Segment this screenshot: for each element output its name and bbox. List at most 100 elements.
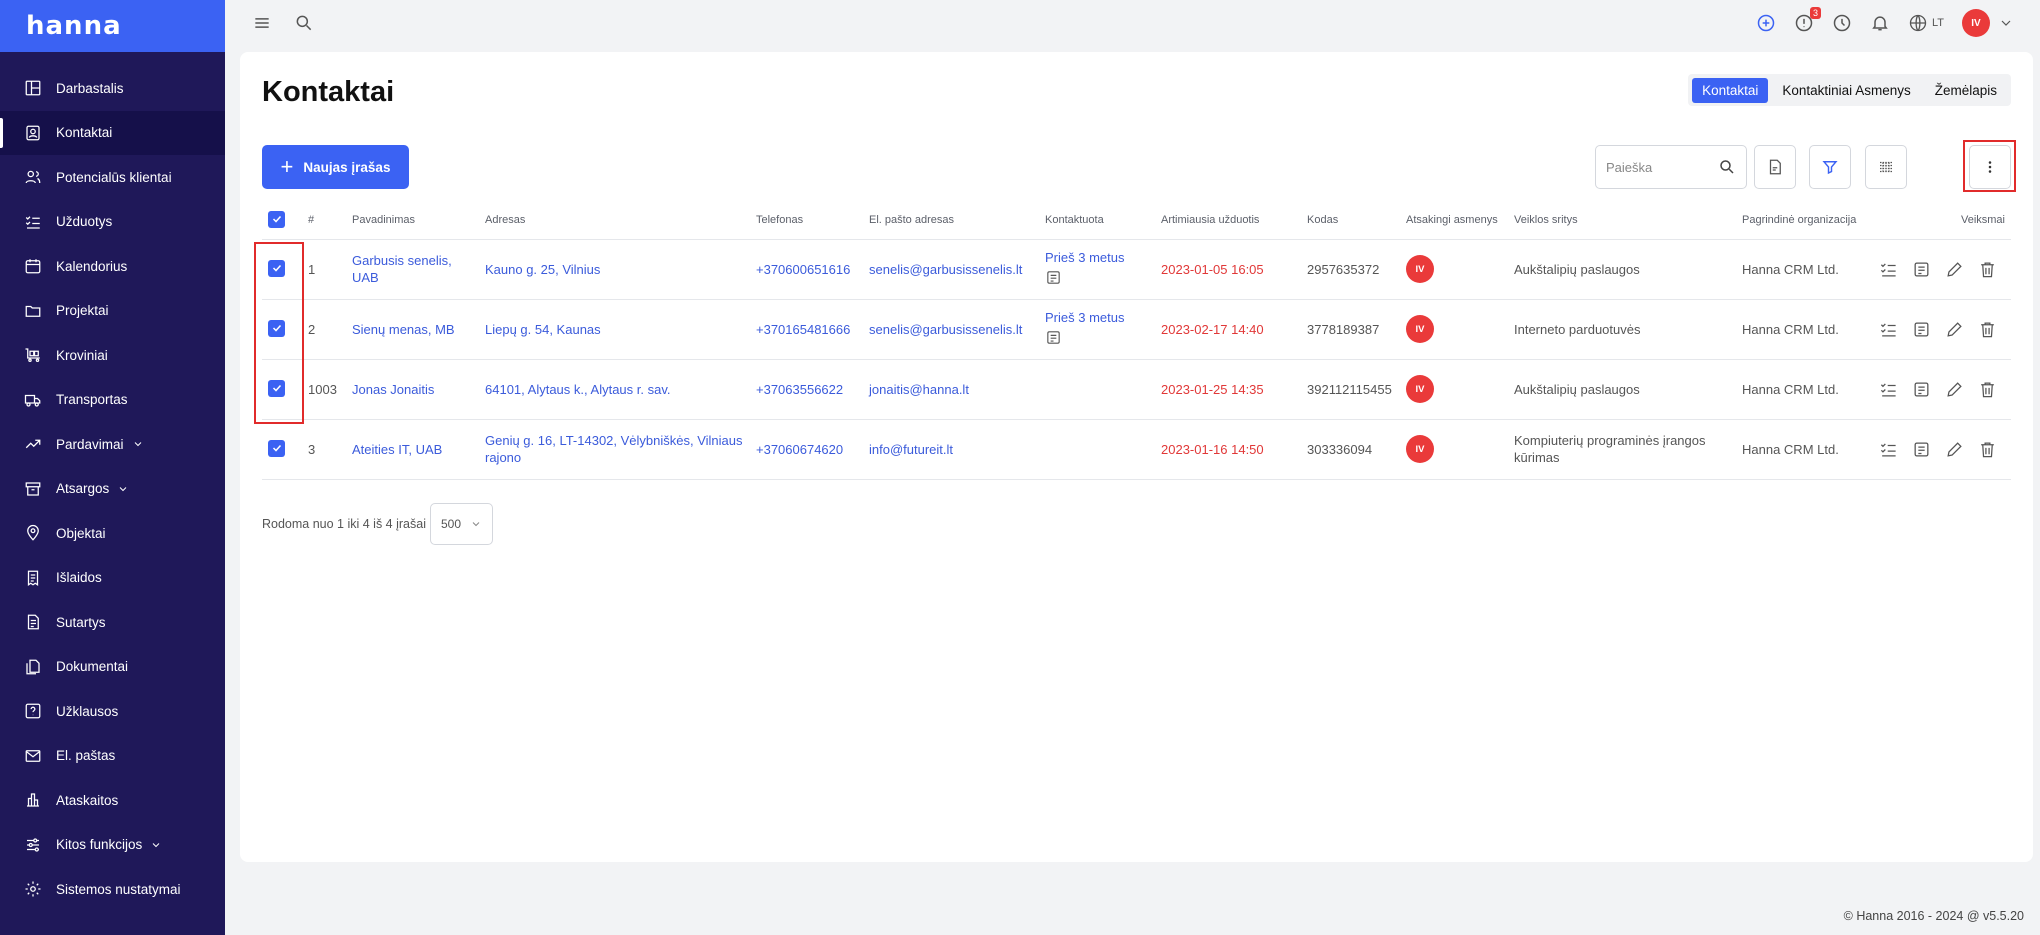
sidebar-item-pardavimai[interactable]: Pardavimai xyxy=(0,422,225,467)
search-input[interactable] xyxy=(1606,159,1706,175)
note-icon[interactable] xyxy=(1045,269,1149,290)
phone-link[interactable]: +37063556622 xyxy=(750,358,863,419)
tasks-icon[interactable] xyxy=(1879,260,1898,279)
column-header[interactable]: El. pašto adresas xyxy=(863,202,1039,239)
chevron-down-icon[interactable] xyxy=(1998,15,2014,31)
sidebar-item-transportas[interactable]: Transportas xyxy=(0,378,225,423)
next-task-date: 2023-01-16 14:50 xyxy=(1155,418,1301,480)
row-checkbox[interactable] xyxy=(268,439,285,457)
logo[interactable]: hanna xyxy=(26,11,122,41)
columns-button[interactable] xyxy=(1865,145,1907,189)
sidebar-item-label: Išlaidos xyxy=(56,570,102,586)
column-header[interactable]: Artimiausia užduotis xyxy=(1155,202,1301,239)
trash-icon[interactable] xyxy=(1978,380,1997,399)
menu-icon[interactable] xyxy=(252,13,272,33)
sidebar-item-u-duotys[interactable]: Užduotys xyxy=(0,200,225,245)
sidebar-item-el-pa-tas[interactable]: El. paštas xyxy=(0,734,225,779)
address-link[interactable]: Genių g. 16, LT-14302, Vėlybniškės, Viln… xyxy=(479,418,750,480)
sidebar-item-i-laidos[interactable]: Išlaidos xyxy=(0,556,225,601)
column-header[interactable]: Telefonas xyxy=(750,202,863,239)
table-row[interactable]: 2 Sienų menas, MB Liepų g. 54, Kaunas +3701… xyxy=(262,298,2011,359)
tasks-icon[interactable] xyxy=(1879,380,1898,399)
tasks-icon[interactable] xyxy=(1879,320,1898,339)
sidebar-item-sutartys[interactable]: Sutartys xyxy=(0,600,225,645)
select-all-checkbox[interactable] xyxy=(268,210,285,228)
contacted-link[interactable]: Prieš 3 metus xyxy=(1045,250,1124,265)
page-size-select[interactable]: 500 xyxy=(429,503,493,545)
sidebar-item-atsargos[interactable]: Atsargos xyxy=(0,467,225,512)
responsible-avatar[interactable]: IV xyxy=(1406,375,1434,403)
topbar: 3 LT IV xyxy=(225,0,2040,46)
mail-icon xyxy=(24,747,42,765)
phone-link[interactable]: +370165481666 xyxy=(750,298,863,359)
sidebar-item-u-klausos[interactable]: Užklausos xyxy=(0,689,225,734)
language-selector[interactable]: LT xyxy=(1908,13,1944,33)
note-icon[interactable] xyxy=(1912,320,1931,339)
edit-pencil-icon[interactable] xyxy=(1945,380,1964,399)
contact-name-link[interactable]: Garbusis senelis, UAB xyxy=(346,238,479,299)
contact-name-link[interactable]: Jonas Jonaitis xyxy=(346,358,479,419)
email-link[interactable]: info@futureit.lt xyxy=(863,418,1039,480)
phone-link[interactable]: +37060674620 xyxy=(750,418,863,480)
trash-icon[interactable] xyxy=(1978,320,1997,339)
tab-zemelapis[interactable]: Žemėlapis xyxy=(1925,78,2007,103)
sidebar-item-objektai[interactable]: Objektai xyxy=(0,511,225,556)
search-icon[interactable] xyxy=(294,13,314,33)
column-header[interactable]: Kodas xyxy=(1301,202,1400,239)
sidebar-item-dokumentai[interactable]: Dokumentai xyxy=(0,645,225,690)
edit-pencil-icon[interactable] xyxy=(1945,320,1964,339)
address-link[interactable]: Liepų g. 54, Kaunas xyxy=(479,298,750,359)
column-header[interactable]: Pagrindinė organizacija xyxy=(1736,202,1866,239)
filter-button[interactable] xyxy=(1809,145,1851,189)
trash-icon[interactable] xyxy=(1978,260,1997,279)
responsible-avatar[interactable]: IV xyxy=(1406,315,1434,343)
column-header[interactable]: Adresas xyxy=(479,202,750,239)
table-row[interactable]: 3 Ateities IT, UAB Genių g. 16, LT-14302, … xyxy=(262,418,2011,480)
column-header[interactable]: Atsakingi asmenys xyxy=(1400,202,1508,239)
notifications-alert-icon[interactable]: 3 xyxy=(1794,7,1821,33)
phone-link[interactable]: +370600651616 xyxy=(750,238,863,299)
note-icon[interactable] xyxy=(1912,440,1931,459)
email-link[interactable]: senelis@garbusissenelis.lt xyxy=(863,238,1039,299)
note-icon[interactable] xyxy=(1912,380,1931,399)
address-link[interactable]: Kauno g. 25, Vilnius xyxy=(479,238,750,299)
responsible-avatar[interactable]: IV xyxy=(1406,435,1434,463)
search-icon[interactable] xyxy=(1718,158,1736,176)
sidebar-item-kroviniai[interactable]: Kroviniai xyxy=(0,333,225,378)
contact-name-link[interactable]: Sienų menas, MB xyxy=(346,298,479,359)
sidebar-item-kontaktai[interactable]: Kontaktai xyxy=(0,110,225,155)
sidebar-item-kitos-funkcijos[interactable]: Kitos funkcijos xyxy=(0,823,225,868)
column-header[interactable]: Pavadinimas xyxy=(346,202,479,239)
tab-kontaktai[interactable]: Kontaktai xyxy=(1692,77,1769,103)
responsible-avatar[interactable]: IV xyxy=(1406,255,1434,283)
edit-pencil-icon[interactable] xyxy=(1945,260,1964,279)
sidebar-item-sistemos-nustatymai[interactable]: Sistemos nustatymai xyxy=(0,867,225,912)
add-circle-icon[interactable] xyxy=(1756,13,1776,33)
column-header[interactable]: # xyxy=(302,202,346,239)
edit-pencil-icon[interactable] xyxy=(1945,440,1964,459)
trash-icon[interactable] xyxy=(1978,440,1997,459)
address-link[interactable]: 64101, Alytaus k., Alytaus r. sav. xyxy=(479,358,750,419)
sidebar-item-potencial-s-klientai[interactable]: Potencialūs klientai xyxy=(0,155,225,200)
tasks-icon[interactable] xyxy=(1879,440,1898,459)
tab-kontaktiniai-asmenys[interactable]: Kontaktiniai Asmenys xyxy=(1772,78,1920,103)
sidebar-item-kalendorius[interactable]: Kalendorius xyxy=(0,244,225,289)
clock-icon[interactable] xyxy=(1832,13,1852,33)
table-row[interactable]: 1 Garbusis senelis, UAB Kauno g. 25, Vilni… xyxy=(262,238,2011,299)
bell-icon[interactable] xyxy=(1870,13,1890,33)
sidebar-item-ataskaitos[interactable]: Ataskaitos xyxy=(0,778,225,823)
note-icon[interactable] xyxy=(1045,329,1149,350)
new-record-button[interactable]: + Naujas įrašas xyxy=(262,145,409,189)
column-header[interactable]: Veiklos sritys xyxy=(1508,202,1736,239)
contacted-link[interactable]: Prieš 3 metus xyxy=(1045,310,1124,325)
email-link[interactable]: jonaitis@hanna.lt xyxy=(863,358,1039,419)
contact-name-link[interactable]: Ateities IT, UAB xyxy=(346,418,479,480)
email-link[interactable]: senelis@garbusissenelis.lt xyxy=(863,298,1039,359)
sidebar-item-projektai[interactable]: Projektai xyxy=(0,289,225,334)
note-icon[interactable] xyxy=(1912,260,1931,279)
column-header[interactable]: Kontaktuota xyxy=(1039,202,1155,239)
table-row[interactable]: 1003 Jonas Jonaitis 64101, Alytaus k., Aly… xyxy=(262,358,2011,419)
user-avatar[interactable]: IV xyxy=(1962,9,1990,37)
export-button[interactable] xyxy=(1754,145,1796,189)
sidebar-item-darbastalis[interactable]: Darbastalis xyxy=(0,66,225,111)
